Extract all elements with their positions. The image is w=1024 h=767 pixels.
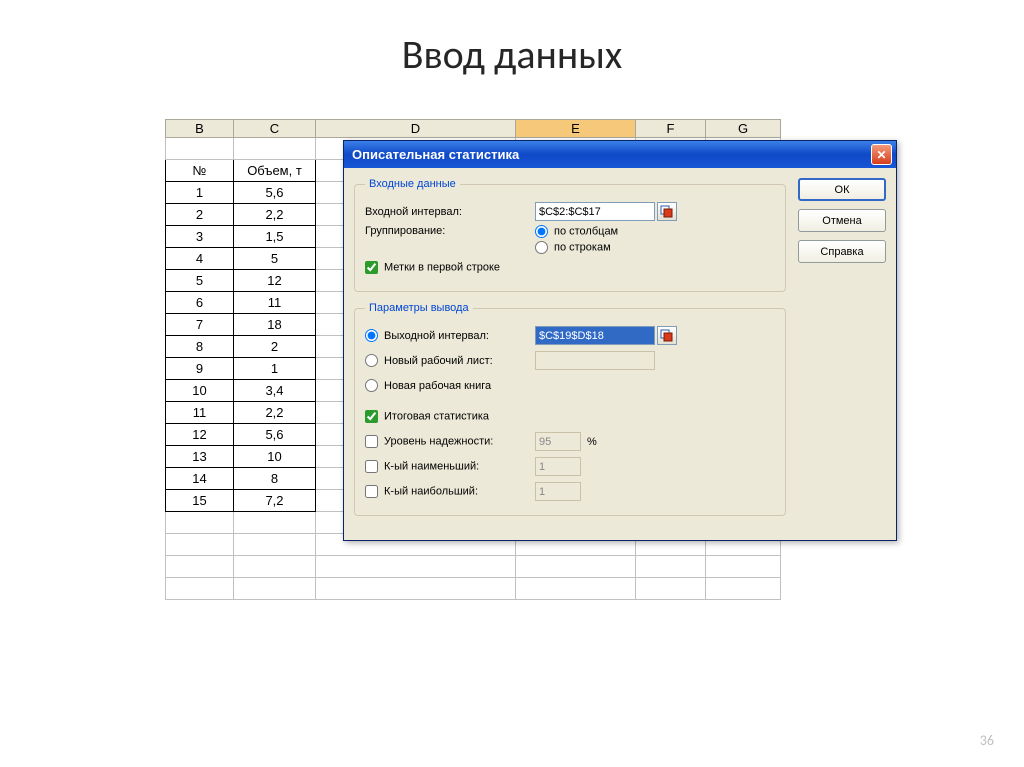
output-params-group: Параметры вывода Выходной интервал: Новы… <box>354 302 786 516</box>
col-header-C[interactable]: C <box>234 120 316 138</box>
kth-max-checkbox[interactable] <box>365 485 378 498</box>
output-interval-field[interactable] <box>535 326 655 345</box>
table-cell[interactable]: 5 <box>166 270 234 292</box>
new-sheet-field[interactable] <box>535 351 655 370</box>
table-cell[interactable]: 8 <box>234 468 316 490</box>
input-group-legend: Входные данные <box>365 178 460 190</box>
confidence-checkbox[interactable] <box>365 435 378 448</box>
cancel-button[interactable]: Отмена <box>798 209 886 232</box>
table-header-cell[interactable]: № <box>166 160 234 182</box>
collapse-dialog-icon[interactable] <box>657 202 677 221</box>
table-cell[interactable]: 13 <box>166 446 234 468</box>
new-book-label: Новая рабочая книга <box>384 380 491 392</box>
output-interval-label: Выходной интервал: <box>384 330 489 342</box>
by-rows-label: по строкам <box>554 241 611 253</box>
by-columns-radio[interactable]: по столбцам <box>535 225 618 238</box>
descriptive-statistics-dialog: Описательная статистика ✕ Входные данные… <box>343 140 897 541</box>
labels-first-row-checkbox[interactable]: Метки в первой строке <box>365 261 500 274</box>
table-cell[interactable]: 3,4 <box>234 380 316 402</box>
table-cell[interactable]: 1 <box>166 182 234 204</box>
table-cell[interactable]: 2 <box>234 336 316 358</box>
table-cell[interactable]: 4 <box>166 248 234 270</box>
new-book-radio[interactable] <box>365 379 378 392</box>
confidence-label: Уровень надежности: <box>384 435 493 447</box>
confidence-field[interactable] <box>535 432 581 451</box>
output-group-legend: Параметры вывода <box>365 302 473 314</box>
kth-min-label: К-ый наименьший: <box>384 460 479 472</box>
summary-stats-checkbox[interactable]: Итоговая статистика <box>365 410 489 423</box>
table-cell[interactable]: 12 <box>166 424 234 446</box>
close-button[interactable]: ✕ <box>871 144 892 165</box>
col-header-G[interactable]: G <box>706 120 781 138</box>
table-cell[interactable]: 11 <box>166 402 234 424</box>
table-cell[interactable]: 7 <box>166 314 234 336</box>
table-cell[interactable]: 12 <box>234 270 316 292</box>
table-cell[interactable]: 1,5 <box>234 226 316 248</box>
input-data-group: Входные данные Входной интервал: Группир… <box>354 178 786 292</box>
table-cell[interactable]: 5,6 <box>234 424 316 446</box>
table-cell[interactable]: 2,2 <box>234 402 316 424</box>
kth-max-field[interactable] <box>535 482 581 501</box>
output-interval-radio[interactable] <box>365 329 378 342</box>
input-interval-field[interactable] <box>535 202 655 221</box>
percent-label: % <box>587 436 597 448</box>
new-sheet-radio[interactable] <box>365 354 378 367</box>
by-columns-radio-input[interactable] <box>535 225 548 238</box>
kth-min-checkbox[interactable] <box>365 460 378 473</box>
table-cell[interactable]: 1 <box>234 358 316 380</box>
table-cell[interactable]: 9 <box>166 358 234 380</box>
summary-stats-input[interactable] <box>365 410 378 423</box>
table-header-cell[interactable]: Объем, т <box>234 160 316 182</box>
ok-button[interactable]: ОК <box>798 178 886 201</box>
table-cell[interactable]: 3 <box>166 226 234 248</box>
col-header-B[interactable]: B <box>166 120 234 138</box>
col-header-E[interactable]: E <box>516 120 636 138</box>
labels-first-row-input[interactable] <box>365 261 378 274</box>
by-columns-label: по столбцам <box>554 225 618 237</box>
column-header-row: B C D E F G <box>166 120 781 138</box>
col-header-D[interactable]: D <box>316 120 516 138</box>
col-header-F[interactable]: F <box>636 120 706 138</box>
kth-min-field[interactable] <box>535 457 581 476</box>
labels-first-row-label: Метки в первой строке <box>384 261 500 273</box>
table-cell[interactable]: 2,2 <box>234 204 316 226</box>
grouping-label: Группирование: <box>365 225 535 237</box>
table-cell[interactable]: 11 <box>234 292 316 314</box>
table-cell[interactable]: 5,6 <box>234 182 316 204</box>
collapse-dialog-icon[interactable] <box>657 326 677 345</box>
table-cell[interactable]: 10 <box>166 380 234 402</box>
table-cell[interactable]: 7,2 <box>234 490 316 512</box>
help-button[interactable]: Справка <box>798 240 886 263</box>
slide-number: 36 <box>980 732 994 749</box>
dialog-titlebar[interactable]: Описательная статистика ✕ <box>344 141 896 168</box>
table-cell[interactable]: 5 <box>234 248 316 270</box>
slide-title: Ввод данных <box>0 0 1024 89</box>
table-cell[interactable]: 8 <box>166 336 234 358</box>
table-cell[interactable]: 15 <box>166 490 234 512</box>
table-cell[interactable]: 10 <box>234 446 316 468</box>
dialog-title: Описательная статистика <box>352 147 519 162</box>
input-interval-label: Входной интервал: <box>365 206 535 218</box>
kth-max-label: К-ый наибольший: <box>384 485 478 497</box>
by-rows-radio[interactable]: по строкам <box>535 241 618 254</box>
table-cell[interactable]: 18 <box>234 314 316 336</box>
new-sheet-label: Новый рабочий лист: <box>384 355 493 367</box>
close-icon: ✕ <box>876 148 886 162</box>
table-cell[interactable]: 2 <box>166 204 234 226</box>
by-rows-radio-input[interactable] <box>535 241 548 254</box>
summary-stats-label: Итоговая статистика <box>384 410 489 422</box>
table-cell[interactable]: 14 <box>166 468 234 490</box>
table-cell[interactable]: 6 <box>166 292 234 314</box>
